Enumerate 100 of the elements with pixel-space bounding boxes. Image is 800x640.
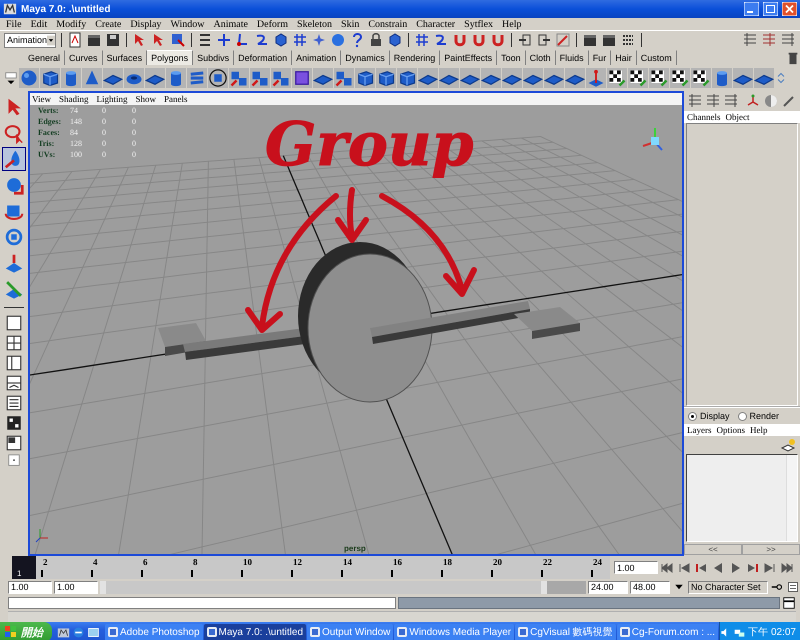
time-slider[interactable]: 1 2 4 6 8 10 12 14 16 18 20 22 24: [12, 556, 610, 579]
taskbar-button[interactable]: Adobe Photoshop: [105, 624, 203, 640]
single-pane-icon[interactable]: [4, 314, 24, 332]
panel-menu-item[interactable]: Shading: [58, 94, 88, 104]
half-circle-icon[interactable]: [763, 93, 779, 109]
radio-dot[interactable]: [688, 412, 697, 420]
key-icon[interactable]: [770, 581, 784, 593]
command-line-field[interactable]: [8, 597, 396, 609]
list-icon[interactable]: [723, 93, 739, 109]
checker-icon[interactable]: [607, 68, 627, 88]
shelf-tab[interactable]: Curves: [65, 50, 103, 65]
plane-icon[interactable]: [544, 68, 564, 88]
taskbar-button[interactable]: Cg-Forum.com : ...: [616, 624, 718, 640]
filter-icon[interactable]: [197, 32, 213, 48]
playback-end-field[interactable]: 24.00: [588, 580, 628, 594]
taskbar-button[interactable]: Windows Media Player: [394, 624, 514, 640]
grid-icon[interactable]: [292, 32, 308, 48]
viewport-panel[interactable]: View Shading Lighting Show Panels Verts: 74 0 0 Edges: 148 0 0 Faces: 84 0 0 Tris: 128 0 0 UVs: 100 0 0 Group persp: [28, 91, 684, 556]
ring-icon[interactable]: [208, 68, 228, 88]
scrollbar[interactable]: [786, 455, 797, 541]
close-button[interactable]: [782, 2, 797, 16]
plane-icon[interactable]: [313, 68, 333, 88]
layer-menu-item[interactable]: Layers: [687, 425, 712, 435]
cube-icon[interactable]: [292, 68, 312, 88]
select-box-icon[interactable]: [170, 32, 186, 48]
magnet-icon[interactable]: [452, 32, 468, 48]
cubes-icon[interactable]: [334, 68, 354, 88]
curve-icon[interactable]: [433, 32, 449, 48]
step-forward-key-icon[interactable]: [762, 560, 777, 574]
plane-icon[interactable]: [733, 68, 753, 88]
shelf-tab[interactable]: Cloth: [526, 50, 556, 65]
shelf-tab[interactable]: Fluids: [556, 50, 589, 65]
lock-icon[interactable]: [368, 32, 384, 48]
go-to-end-icon[interactable]: [779, 560, 794, 574]
menu-item[interactable]: Window: [170, 18, 204, 30]
shelf-tab[interactable]: Polygons: [147, 50, 194, 65]
shelf-tab[interactable]: Rendering: [390, 50, 440, 65]
end-time-field[interactable]: 48.00: [630, 580, 670, 594]
playback-start-field[interactable]: 1.00: [54, 580, 98, 594]
desktop-icon[interactable]: [87, 626, 100, 638]
star-icon[interactable]: [311, 32, 327, 48]
menu-item[interactable]: Skeleton: [297, 18, 332, 30]
shelf-tab[interactable]: PaintEffects: [440, 50, 498, 65]
menu-item[interactable]: Sytflex: [464, 18, 494, 30]
scroll-button[interactable]: <<: [684, 544, 742, 555]
cylinder-icon[interactable]: [166, 68, 186, 88]
view-axis-icon[interactable]: [642, 128, 663, 151]
panel-menu-item[interactable]: Show: [135, 94, 156, 104]
torus-icon[interactable]: [124, 68, 144, 88]
step-back-key-icon[interactable]: [677, 560, 692, 574]
current-frame-field[interactable]: 1.00: [614, 561, 658, 574]
shelf-tab[interactable]: Hair: [611, 50, 637, 65]
minimize-button[interactable]: [744, 2, 759, 16]
clapper-icon[interactable]: [601, 32, 617, 48]
pencil-icon[interactable]: [555, 32, 571, 48]
cubes-icon[interactable]: [250, 68, 270, 88]
clapper-icon[interactable]: [582, 32, 598, 48]
cone-icon[interactable]: [82, 68, 102, 88]
panel-menu-item[interactable]: Panels: [164, 94, 188, 104]
layer-menu-item[interactable]: Help: [750, 425, 768, 435]
menu-item[interactable]: Display: [130, 18, 162, 30]
start-time-field[interactable]: 1.00: [8, 580, 52, 594]
layer-menu-item[interactable]: Options: [716, 425, 746, 435]
plane-icon[interactable]: [565, 68, 585, 88]
menu-item[interactable]: Animate: [213, 18, 248, 30]
cube-icon[interactable]: [355, 68, 375, 88]
maximize-button[interactable]: [763, 2, 778, 16]
plus-icon[interactable]: [216, 32, 232, 48]
plane-icon[interactable]: [103, 68, 123, 88]
grid-icon[interactable]: [414, 32, 430, 48]
checker-icon[interactable]: [649, 68, 669, 88]
plane-icon[interactable]: [502, 68, 522, 88]
arrow-in-icon[interactable]: [517, 32, 533, 48]
taskbar-button[interactable]: CgVisual 數碼視覺: [515, 624, 616, 640]
dotted-list-icon[interactable]: [620, 32, 636, 48]
plane-icon[interactable]: [418, 68, 438, 88]
trash-icon[interactable]: [786, 51, 800, 65]
cube-icon[interactable]: [40, 68, 60, 88]
shelf-tab[interactable]: Custom: [636, 50, 677, 65]
plane-icon[interactable]: [754, 68, 774, 88]
scroll-button[interactable]: >>: [742, 544, 800, 555]
go-to-start-icon[interactable]: [660, 560, 675, 574]
checker-icon[interactable]: [670, 68, 690, 88]
sphere-icon[interactable]: [330, 32, 346, 48]
mode-dropdown[interactable]: Animation: [4, 32, 56, 48]
menu-item[interactable]: Modify: [56, 18, 86, 30]
taskbar-button[interactable]: Maya 7.0: .\untitled: [204, 624, 306, 640]
cube-icon[interactable]: [387, 32, 403, 48]
plane-icon[interactable]: [439, 68, 459, 88]
cylinder-icon[interactable]: [61, 68, 81, 88]
shelf-tab[interactable]: Animation: [292, 50, 342, 65]
plane-icon[interactable]: [460, 68, 480, 88]
four-pane-icon[interactable]: [4, 334, 24, 352]
curve-icon[interactable]: [254, 32, 270, 48]
menu-item[interactable]: Constrain: [368, 18, 408, 30]
menu-item[interactable]: Help: [502, 18, 522, 30]
preferences-icon[interactable]: [786, 581, 800, 593]
character-set-field[interactable]: No Character Set: [688, 580, 768, 594]
shelf-tab[interactable]: Fur: [588, 50, 612, 65]
checker-icon[interactable]: [691, 68, 711, 88]
